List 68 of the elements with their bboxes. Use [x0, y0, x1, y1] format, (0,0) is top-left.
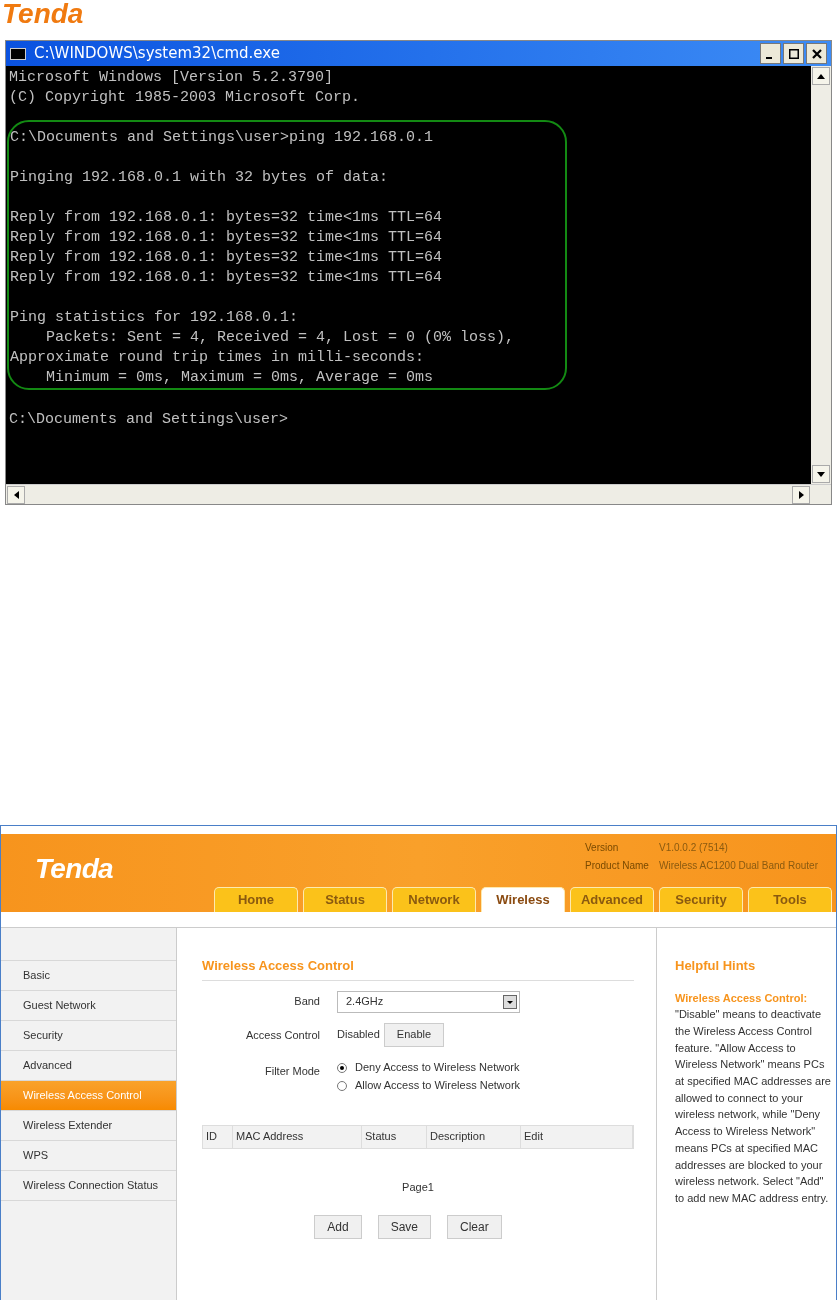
hints-title: Helpful Hints [675, 957, 757, 975]
window-title: C:\WINDOWS\system32\cmd.exe [34, 43, 281, 65]
sidebar-item[interactable]: Guest Network [1, 990, 176, 1020]
field-label: Access Control [245, 1028, 320, 1044]
page-indicator: Page1 [401, 1179, 435, 1195]
minimize-button[interactable] [760, 43, 781, 64]
maximize-icon [788, 48, 799, 59]
column-header: Status [362, 1125, 427, 1148]
sidebar-item[interactable]: Wireless Extender [1, 1110, 176, 1140]
radio-button[interactable] [337, 1080, 347, 1091]
nav-tab[interactable]: Security [659, 887, 743, 912]
action-button[interactable]: Save [377, 1215, 431, 1239]
nav-tab[interactable]: Tools [748, 887, 832, 912]
console-line: Reply from 192.168.0.1: bytes=32 time<1ms TTL=64 [10, 248, 444, 268]
down-arrow-icon [817, 471, 825, 477]
column-header: MAC Address [233, 1125, 362, 1148]
console-line: Ping statistics for 192.168.0.1: [10, 308, 300, 328]
right-arrow-icon [798, 490, 804, 499]
router-logo: Tenda [35, 852, 113, 886]
nav-tab[interactable]: Wireless [481, 887, 565, 912]
action-button[interactable]: Clear [447, 1215, 502, 1239]
vertical-scrollbar[interactable] [811, 66, 831, 484]
status-text: Disabled [337, 1027, 380, 1043]
nav-tab[interactable]: Status [303, 887, 387, 912]
close-button[interactable] [806, 43, 827, 64]
column-header: ID [203, 1125, 233, 1148]
console-line: Minimum = 0ms, Maximum = 0ms, Average = 0ms [45, 368, 435, 388]
radio-option[interactable]: Deny Access to Wireless Network [337, 1058, 634, 1077]
hints-text: Wireless Access Control: "Disable" means to deactivate the Wireless Access Control feature. "Allow Access to Wireless Network" means PCs at specified MAC addresses are allowed to connect to your wireless network, while "Deny Access to Wireless Network" means PCs at specified MAC addresses are blocked to your wireless network. Select "Add" to add new MAC address entry. [675, 990, 832, 1206]
left-arrow-icon [13, 490, 19, 499]
console-line: C:\Documents and Settings\user>ping 192.168.0.1 [10, 128, 435, 148]
sidebar-item[interactable]: Security [1, 1020, 176, 1050]
nav-tab[interactable]: Network [392, 887, 476, 912]
horizontal-scrollbar[interactable] [6, 484, 831, 504]
console-line: Reply from 192.168.0.1: bytes=32 time<1ms TTL=64 [10, 268, 444, 288]
section-title: Wireless Access Control [202, 956, 634, 981]
console-line: Microsoft Windows [Version 5.2.3790] [9, 68, 335, 88]
enable-button[interactable]: Enable [383, 1022, 445, 1047]
info-value: V1.0.0.2 (7514) [659, 841, 729, 855]
up-arrow-icon [817, 73, 825, 79]
console-line: Packets: Sent = 4, Received = 4, Lost = 0 (0% loss), [45, 328, 516, 348]
band-select[interactable]: 2.4GHz [337, 990, 520, 1013]
radio-option[interactable]: Allow Access to Wireless Network [337, 1076, 634, 1095]
console-line: Approximate round trip times in milli-seconds: [10, 348, 426, 368]
sidebar-item[interactable]: WPS [1, 1140, 176, 1170]
column-header: Description [427, 1125, 521, 1148]
info-label: Version [585, 841, 620, 855]
console-line: C:\Documents and Settings\user> [9, 410, 290, 430]
sidebar-item[interactable]: Basic [1, 960, 176, 990]
sidebar-item[interactable]: Wireless Connection Status [1, 1170, 176, 1200]
console-icon [10, 47, 26, 60]
field-label: Band [293, 994, 320, 1010]
action-button[interactable]: Add [314, 1215, 362, 1239]
console-line: Reply from 192.168.0.1: bytes=32 time<1ms TTL=64 [10, 228, 444, 248]
radio-button[interactable] [337, 1062, 347, 1073]
maximize-button[interactable] [783, 43, 804, 64]
column-header: Edit [521, 1125, 633, 1148]
console-line: Reply from 192.168.0.1: bytes=32 time<1ms TTL=64 [10, 208, 444, 228]
console-line: Pinging 192.168.0.1 with 32 bytes of data: [10, 168, 390, 188]
field-label: Filter Mode [263, 1063, 320, 1079]
close-icon [811, 48, 822, 59]
console-line: (C) Copyright 1985-2003 Microsoft Corp. [9, 88, 362, 108]
nav-tab[interactable]: Home [214, 887, 298, 912]
nav-tab[interactable]: Advanced [570, 887, 654, 912]
minimize-icon [766, 56, 772, 59]
info-label: Product Name [585, 859, 650, 873]
page-logo: Tenda [2, 0, 84, 28]
info-value: Wireless AC1200 Dual Band Router [659, 859, 818, 873]
